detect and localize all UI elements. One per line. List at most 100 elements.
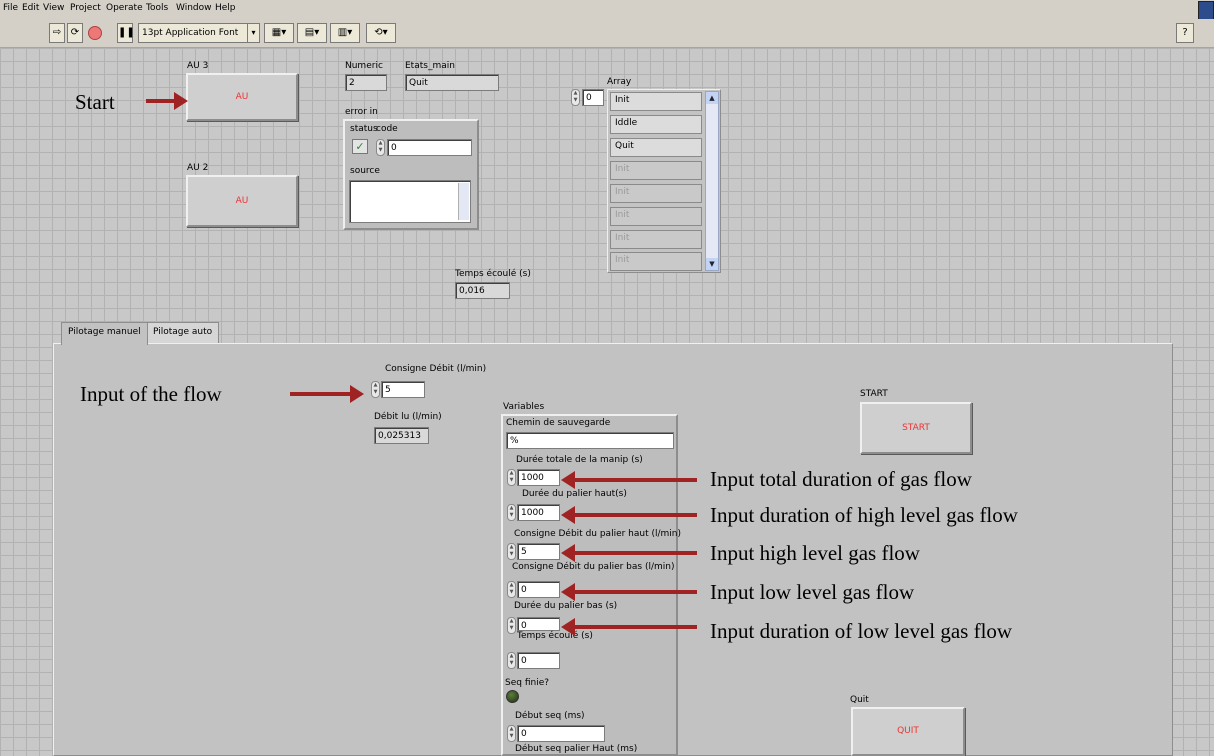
chemin-label: Chemin de sauvegarde bbox=[506, 418, 611, 428]
menu-tools[interactable]: Tools bbox=[146, 3, 168, 13]
temps-ecoule-var-stepper[interactable]: ▲ ▼ bbox=[507, 652, 516, 669]
arrow-left-icon bbox=[561, 618, 697, 636]
duree-totale-field[interactable]: 1000 bbox=[517, 469, 560, 486]
scroll-down-icon[interactable]: ▼ bbox=[706, 258, 718, 270]
consigne-palier-bas-label: Consigne Débit du palier bas (l/min) bbox=[512, 562, 675, 572]
temps-ecoule-var-label: Temps écoulé (s) bbox=[517, 631, 593, 641]
temps-ecoule-label: Temps écoulé (s) bbox=[455, 269, 531, 279]
arrow-left-icon bbox=[561, 583, 697, 601]
consigne-debit-label: Consigne Débit (l/min) bbox=[385, 364, 487, 374]
temps-ecoule-indicator: 0,016 bbox=[455, 282, 510, 299]
align-objects-icon[interactable]: ▦▾ bbox=[264, 23, 294, 43]
help-icon[interactable]: ? bbox=[1176, 23, 1194, 43]
consigne-palier-bas-field[interactable]: 0 bbox=[517, 581, 560, 598]
duree-palier-haut-stepper[interactable]: ▲ ▼ bbox=[507, 504, 516, 521]
array-element: Init bbox=[610, 92, 702, 111]
run-continuously-icon[interactable]: ⟳ bbox=[67, 23, 83, 43]
numeric-indicator: 2 bbox=[345, 74, 387, 91]
status-label: status bbox=[350, 124, 378, 134]
menu-file[interactable]: File bbox=[3, 3, 18, 13]
arrow-right-icon bbox=[290, 385, 364, 403]
run-arrow-icon[interactable]: ⇨ bbox=[49, 23, 65, 43]
scroll-up-icon[interactable]: ▲ bbox=[706, 92, 718, 104]
seq-finie-label: Seq finie? bbox=[505, 678, 550, 688]
reorder-icon[interactable]: ⟲▾ bbox=[366, 23, 396, 43]
menu-operate[interactable]: Operate bbox=[106, 3, 143, 13]
toolbar: ⇨ ⟳ ❚❚ 13pt Application Font ▾ ▦▾ ▤▾ ▥▾ … bbox=[0, 19, 1214, 48]
debit-lu-indicator: 0,025313 bbox=[374, 427, 429, 444]
chemin-field[interactable]: % bbox=[506, 432, 674, 449]
code-field[interactable]: 0 bbox=[387, 139, 472, 156]
debut-seq-palier-haut-label: Début seq palier Haut (ms) bbox=[515, 744, 638, 754]
array-index-stepper[interactable]: ▲ ▼ bbox=[571, 89, 580, 106]
duree-palier-haut-field[interactable]: 1000 bbox=[517, 504, 560, 521]
consigne-palier-haut-field[interactable]: 5 bbox=[517, 543, 560, 560]
annotation-flow: Input of the flow bbox=[80, 382, 222, 406]
temps-ecoule-var-field[interactable]: 0 bbox=[517, 652, 560, 669]
source-scrollbar[interactable] bbox=[458, 183, 469, 220]
font-select[interactable]: 13pt Application Font bbox=[138, 23, 248, 43]
array-element: Iddle bbox=[610, 115, 702, 134]
duree-palier-bas-field[interactable]: 0 bbox=[517, 617, 560, 631]
menu-edit[interactable]: Edit bbox=[22, 3, 39, 13]
code-label: code bbox=[376, 124, 398, 134]
font-select-chevron-icon[interactable]: ▾ bbox=[247, 23, 260, 43]
array-element: Init bbox=[610, 184, 702, 203]
duree-palier-bas-stepper[interactable]: ▲ ▼ bbox=[507, 617, 516, 634]
quit-button[interactable]: QUIT bbox=[851, 707, 965, 756]
duree-totale-label: Durée totale de la manip (s) bbox=[516, 455, 643, 465]
debut-seq-label: Début seq (ms) bbox=[515, 711, 585, 721]
debut-seq-field[interactable]: 0 bbox=[517, 725, 605, 742]
consigne-palier-bas-stepper[interactable]: ▲ ▼ bbox=[507, 581, 516, 598]
source-label: source bbox=[350, 166, 380, 176]
menu-window[interactable]: Window bbox=[176, 3, 212, 13]
status-checkmark-icon[interactable]: ✓ bbox=[352, 139, 368, 154]
annotation-high-flow: Input high level gas flow bbox=[710, 541, 920, 565]
menu-view[interactable]: View bbox=[43, 3, 64, 13]
array-index-field[interactable]: 0 bbox=[582, 89, 604, 106]
pause-icon[interactable]: ❚❚ bbox=[117, 23, 135, 43]
quit-label: Quit bbox=[850, 695, 869, 705]
resize-objects-icon[interactable]: ▥▾ bbox=[330, 23, 360, 43]
code-stepper[interactable]: ▲ ▼ bbox=[376, 139, 385, 156]
au2-button[interactable]: AU bbox=[186, 175, 298, 227]
duree-palier-bas-label: Durée du palier bas (s) bbox=[514, 601, 618, 611]
consigne-palier-haut-stepper[interactable]: ▲ ▼ bbox=[507, 543, 516, 560]
duree-totale-stepper[interactable]: ▲ ▼ bbox=[507, 469, 516, 486]
au3-label: AU 3 bbox=[187, 61, 209, 71]
seq-finie-led-icon[interactable] bbox=[506, 690, 519, 703]
arrow-right-icon bbox=[146, 92, 188, 110]
arrow-left-icon bbox=[561, 471, 697, 489]
array-scrollbar[interactable] bbox=[705, 91, 719, 271]
duree-palier-haut-label: Durée du palier haut(s) bbox=[522, 489, 627, 499]
etats-main-indicator: Quit bbox=[405, 74, 499, 91]
consigne-palier-haut-label: Consigne Débit du palier haut (l/min) bbox=[514, 529, 682, 539]
annotation-high-duration: Input duration of high level gas flow bbox=[710, 503, 1018, 527]
error-in-label: error in bbox=[345, 107, 378, 117]
tab-pilotage-auto[interactable]: Pilotage auto bbox=[146, 322, 220, 344]
debut-seq-stepper[interactable]: ▲ ▼ bbox=[507, 725, 516, 742]
source-field[interactable] bbox=[349, 180, 471, 223]
au3-button[interactable]: AU bbox=[186, 73, 298, 121]
arrow-left-icon bbox=[561, 506, 697, 524]
tab-pilotage-manuel[interactable]: Pilotage manuel bbox=[61, 322, 148, 345]
menu-help[interactable]: Help bbox=[215, 3, 236, 13]
debit-lu-label: Débit lu (l/min) bbox=[374, 412, 442, 422]
annotation-start: Start bbox=[75, 90, 115, 114]
annotation-total-duration: Input total duration of gas flow bbox=[710, 467, 972, 491]
array-element: Init bbox=[610, 252, 702, 271]
abort-icon[interactable] bbox=[88, 26, 102, 40]
annotation-low-duration: Input duration of low level gas flow bbox=[710, 619, 1013, 643]
start-button[interactable]: START bbox=[860, 402, 972, 454]
au2-label: AU 2 bbox=[187, 163, 209, 173]
distribute-objects-icon[interactable]: ▤▾ bbox=[297, 23, 327, 43]
array-label: Array bbox=[607, 77, 632, 87]
numeric-label: Numeric bbox=[345, 61, 383, 71]
variables-label: Variables bbox=[503, 402, 545, 412]
consigne-debit-field[interactable]: 5 bbox=[381, 381, 425, 398]
menu-project[interactable]: Project bbox=[70, 3, 101, 13]
array-element: Init bbox=[610, 230, 702, 249]
array-element: Init bbox=[610, 161, 702, 180]
consigne-debit-stepper[interactable]: ▲ ▼ bbox=[371, 381, 380, 398]
etats-main-label: Etats_main bbox=[405, 61, 455, 71]
